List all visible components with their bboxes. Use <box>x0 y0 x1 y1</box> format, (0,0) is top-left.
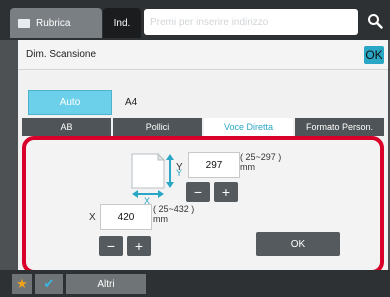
star-icon: ★ <box>16 276 28 291</box>
favorite-button[interactable]: ★ <box>12 274 32 294</box>
y-increment-button[interactable]: + <box>214 182 238 202</box>
x-unit: mm <box>153 214 168 224</box>
search-button[interactable] <box>363 6 387 36</box>
x-increment-button[interactable]: + <box>127 236 151 256</box>
dialog-header: Dim. Scansione OK <box>18 40 388 70</box>
y-range-text: ( 25~297 ) <box>240 152 282 162</box>
ok-button-top[interactable]: OK <box>364 46 384 64</box>
x-range-text: ( 25~432 ) <box>153 204 195 214</box>
y-value-input[interactable]: 297 <box>188 152 240 178</box>
search-icon <box>368 14 383 29</box>
tab-voce-diretta[interactable]: Voce Diretta <box>204 118 293 136</box>
x-decrement-button[interactable]: − <box>99 236 123 256</box>
address-book-icon <box>18 18 30 28</box>
x-label: X <box>89 212 96 223</box>
tab-formato-person[interactable]: Formato Person. <box>295 118 384 136</box>
tab-rubrica[interactable]: Rubrica <box>10 8 102 38</box>
check-button[interactable]: ✔ <box>35 274 63 294</box>
y-range: ( 25~297 ) mm <box>240 152 281 172</box>
paper-size-icon: Y X <box>131 152 182 204</box>
checkmark-icon: ✔ <box>43 276 55 291</box>
tab-ab[interactable]: AB <box>22 118 111 136</box>
ok-button[interactable]: OK <box>256 232 340 256</box>
current-size-value: A4 <box>125 97 138 108</box>
tab-ind[interactable]: Ind. <box>103 8 141 38</box>
altri-button[interactable]: Altri <box>66 274 146 294</box>
background-panel-left <box>0 40 18 270</box>
y-unit: mm <box>240 162 255 172</box>
size-tabs: AB Pollici Voce Diretta Formato Person. <box>22 118 384 136</box>
scan-size-dialog: Dim. Scansione OK Auto A4 AB Pollici Voc… <box>18 40 388 278</box>
y-label: Y <box>176 162 183 173</box>
tab-rubrica-label: Rubrica <box>36 17 71 29</box>
direct-entry-panel: Y X Y 297 ( 25~297 ) mm − + X 420 ( 25~4… <box>22 136 384 274</box>
auto-button[interactable]: Auto <box>28 90 112 115</box>
x-range: ( 25~432 ) mm <box>153 204 194 224</box>
svg-text:X: X <box>144 196 150 204</box>
y-decrement-button[interactable]: − <box>186 182 210 202</box>
address-input[interactable]: Premi per inserire indirizzo <box>144 9 358 35</box>
x-value-input[interactable]: 420 <box>100 204 152 230</box>
dialog-title: Dim. Scansione <box>26 49 97 60</box>
tab-pollici[interactable]: Pollici <box>113 118 202 136</box>
